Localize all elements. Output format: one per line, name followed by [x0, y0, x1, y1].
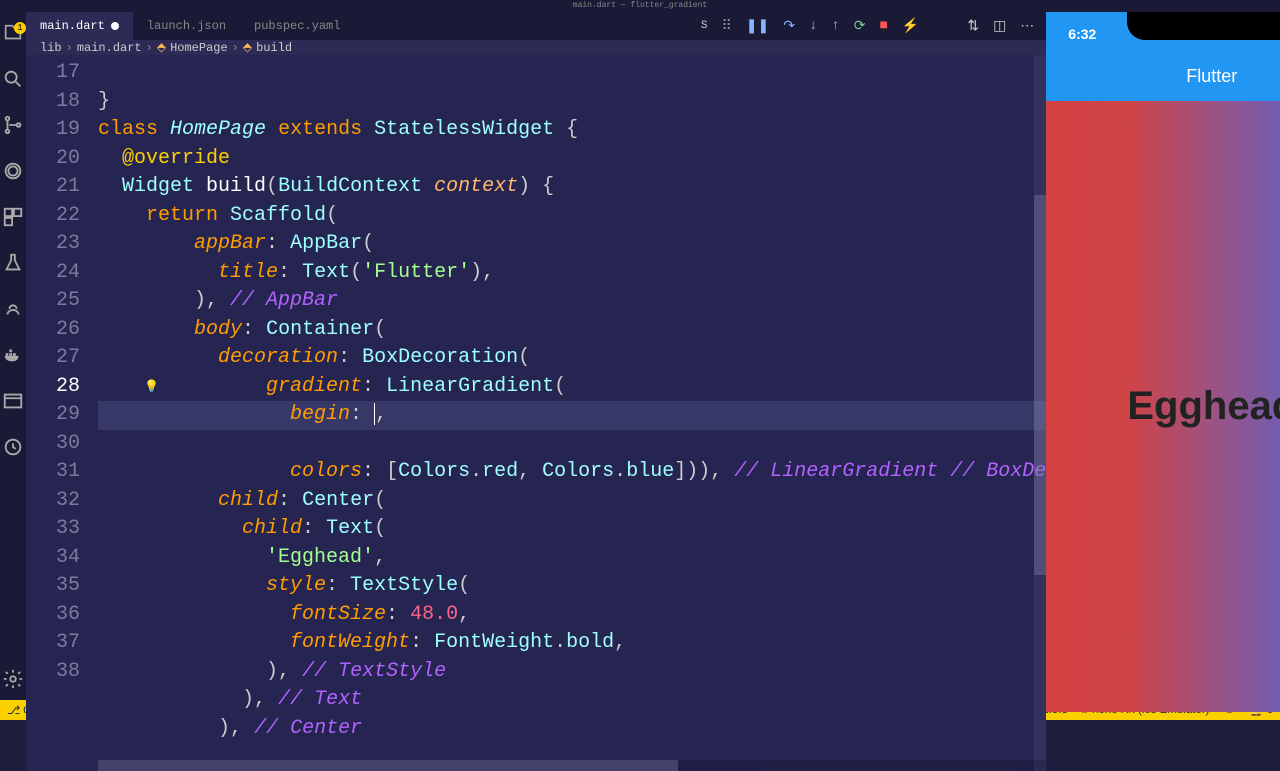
app-body: Egghead	[1046, 101, 1280, 712]
branch-icon: ⎇	[7, 703, 20, 717]
breadcrumb-method[interactable]: build	[256, 41, 292, 55]
step-over-icon[interactable]: ↷	[783, 18, 795, 35]
lightbulb-icon[interactable]: 💡	[144, 379, 159, 394]
activity-bar: 1	[0, 12, 26, 700]
docker-icon[interactable]	[0, 342, 26, 368]
history-icon[interactable]	[0, 434, 26, 460]
settings-gear-icon[interactable]	[0, 666, 26, 692]
chevron-right-icon: ›	[66, 41, 73, 55]
search-icon[interactable]	[0, 66, 26, 92]
tab-launch-json[interactable]: launch.json	[133, 12, 240, 40]
tab-label: launch.json	[147, 19, 226, 33]
restart-icon[interactable]: ⟳	[854, 18, 866, 35]
live-share-icon[interactable]	[0, 296, 26, 322]
diff-icon[interactable]: ⇅	[967, 18, 979, 35]
more-icon[interactable]: ⋯	[1020, 18, 1034, 35]
debug-config-label[interactable]: S	[701, 20, 708, 32]
chevron-right-icon: ›	[232, 41, 239, 55]
tab-label: main.dart	[40, 19, 105, 33]
tab-pubspec-yaml[interactable]: pubspec.yaml	[240, 12, 354, 40]
unsaved-indicator-icon	[111, 22, 119, 30]
output-icon[interactable]	[0, 388, 26, 414]
code-content[interactable]: } class HomePage extends StatelessWidget…	[98, 55, 1046, 771]
drag-handle-icon[interactable]: ⠿	[721, 18, 731, 35]
breadcrumb-folder[interactable]: lib	[40, 41, 62, 55]
debug-icon[interactable]	[0, 158, 26, 184]
chevron-right-icon: ›	[146, 41, 153, 55]
breadcrumb-file[interactable]: main.dart	[77, 41, 142, 55]
window-title: main.dart — flutter_gradient	[0, 0, 1280, 12]
simulator-panel: iPhone Xr — 12.2 6:32 ▮▮▮ ✶ ▭ DEBUG Flut…	[1046, 12, 1280, 700]
class-icon: ⬘	[157, 40, 166, 55]
iphone-simulator[interactable]: 6:32 ▮▮▮ ✶ ▭ DEBUG Flutter Egghead	[1046, 12, 1280, 712]
explorer-badge: 1	[14, 22, 26, 34]
step-into-icon[interactable]: ↓	[809, 18, 817, 34]
tab-label: pubspec.yaml	[254, 19, 340, 33]
stop-icon[interactable]: ■	[879, 18, 887, 34]
explorer-icon[interactable]: 1	[0, 20, 26, 46]
iphone-notch	[1127, 12, 1280, 40]
breadcrumb-class[interactable]: HomePage	[170, 41, 228, 55]
tabs-row: main.dart launch.json pubspec.yaml S ⠿ ❚…	[26, 12, 1046, 40]
line-number-gutter: 17 18 19 20 21 22 23 24 25 26 27 28 29 3…	[26, 55, 98, 771]
horizontal-scrollbar[interactable]	[98, 760, 1046, 771]
split-editor-icon[interactable]: ◫	[993, 18, 1006, 35]
debug-toolbar: S ⠿ ❚❚ ↷ ↓ ↑ ⟳ ■ ⚡ ⇅ ◫ ⋯	[701, 18, 1046, 35]
minimap-scrollbar[interactable]	[1034, 55, 1046, 771]
extensions-icon[interactable]	[0, 204, 26, 230]
breadcrumbs[interactable]: lib › main.dart › ⬘ HomePage › ⬘ build	[26, 40, 1046, 55]
status-time: 6:32	[1068, 26, 1096, 42]
hot-reload-icon[interactable]: ⚡	[902, 18, 919, 35]
body-text: Egghead	[1127, 384, 1280, 429]
source-control-icon[interactable]	[0, 112, 26, 138]
pause-icon[interactable]: ❚❚	[746, 18, 769, 35]
flask-icon[interactable]	[0, 250, 26, 276]
code-editor[interactable]: 17 18 19 20 21 22 23 24 25 26 27 28 29 3…	[26, 55, 1046, 771]
step-out-icon[interactable]: ↑	[831, 18, 839, 34]
method-icon: ⬘	[243, 40, 252, 55]
appbar-title: Flutter	[1046, 66, 1280, 87]
tab-main-dart[interactable]: main.dart	[26, 12, 133, 40]
